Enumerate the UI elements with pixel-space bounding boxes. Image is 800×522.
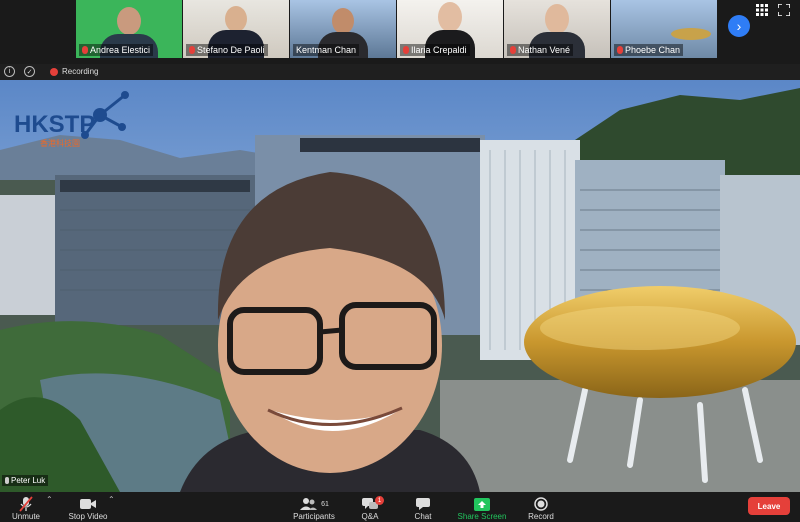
participant-tile[interactable]: Ilaria Crepaldi [397, 0, 503, 58]
participant-face [117, 7, 141, 35]
meeting-info-icon[interactable]: i [4, 66, 15, 77]
participant-tile[interactable]: Andrea Elestici [76, 0, 182, 58]
participant-name-label: Nathan Vené [507, 44, 574, 56]
chat-icon [415, 496, 431, 512]
gallery-view-icon[interactable] [756, 4, 768, 16]
audio-options-caret[interactable]: ⌃ [46, 495, 53, 504]
mic-muted-icon [82, 46, 88, 54]
participant-name-label: Kentman Chan [293, 44, 360, 56]
leave-button[interactable]: Leave [748, 497, 790, 515]
shield-icon[interactable]: ✓ [24, 66, 35, 77]
mic-muted-icon [189, 46, 195, 54]
recording-dot-icon [50, 68, 58, 76]
chevron-right-icon: › [736, 18, 742, 34]
meeting-info-bar: i ✓ Recording [0, 64, 800, 80]
participant-face [225, 6, 247, 32]
chat-button[interactable]: Chat [410, 492, 436, 522]
fullscreen-icon[interactable] [778, 4, 790, 16]
participant-name-label: Stefano De Paoli [186, 44, 268, 56]
signal-icon [5, 477, 9, 484]
participant-tile[interactable]: Phoebe Chan [611, 0, 717, 58]
participant-name-label: Phoebe Chan [614, 44, 684, 56]
building-shape [671, 28, 711, 40]
active-speaker-video[interactable]: HKSTP 香港科技園 Peter Luk [0, 80, 800, 492]
qa-badge: 1 [375, 496, 384, 505]
next-page-button[interactable]: › [728, 15, 750, 37]
mic-muted-icon [510, 46, 516, 54]
unmute-button[interactable]: Unmute [8, 492, 44, 522]
share-screen-button[interactable]: Share Screen [456, 492, 508, 522]
mic-off-icon [19, 496, 33, 512]
qa-button[interactable]: 1 Q&A [356, 492, 384, 522]
mic-muted-icon [617, 46, 623, 54]
participant-tile[interactable]: Nathan Vené [504, 0, 610, 58]
participants-count: 61 [321, 500, 329, 508]
hkstp-logo-subtext: 香港科技園 [40, 138, 80, 148]
participant-face [438, 2, 462, 32]
video-camera-icon [79, 496, 97, 512]
video-options-caret[interactable]: ⌃ [108, 495, 115, 504]
participant-name-label: Andrea Elestici [79, 44, 154, 56]
gallery-strip: Andrea Elestici Stefano De Paoli Kentman… [0, 0, 800, 62]
participant-tile[interactable]: Stefano De Paoli [183, 0, 289, 58]
record-button[interactable]: Record [524, 492, 558, 522]
share-screen-icon [474, 496, 490, 512]
participants-icon: 61 [299, 496, 329, 512]
participant-tile[interactable]: Kentman Chan [290, 0, 396, 58]
participant-face [545, 4, 569, 34]
meeting-toolbar: Unmute ⌃ Stop Video ⌃ 61 Participants 1 … [0, 492, 800, 522]
participant-name-label: Ilaria Crepaldi [400, 44, 470, 56]
stop-video-button[interactable]: Stop Video [64, 492, 112, 522]
virtual-background: HKSTP 香港科技園 [0, 80, 800, 492]
participants-button[interactable]: 61 Participants [290, 492, 338, 522]
speaker-name-label: Peter Luk [2, 475, 49, 486]
participant-face [332, 8, 354, 34]
qa-icon: 1 [361, 496, 384, 512]
recording-label: Recording [62, 67, 99, 76]
mic-muted-icon [403, 46, 409, 54]
record-icon [534, 496, 548, 512]
hkstp-logo-text: HKSTP [14, 111, 95, 138]
